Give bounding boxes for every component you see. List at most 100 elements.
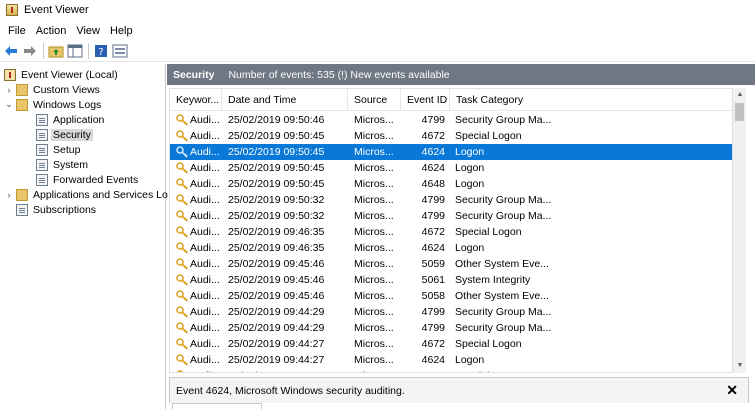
grid-header: Keywor... Date and Time Source Event ID … (170, 89, 732, 111)
cell-source: Micros... (354, 258, 394, 270)
cell-keyword: Audi... (190, 274, 220, 286)
tree-item-security[interactable]: Security (36, 127, 93, 142)
tree-item-custom-views[interactable]: › Custom Views (4, 82, 102, 97)
cell-event-id: 4799 (421, 210, 445, 222)
chevron-down-icon[interactable]: ⌄ (4, 99, 14, 110)
table-row[interactable]: Audi... 25/02/2019 09:50:32 Micros... 4799 S… (170, 208, 732, 224)
tree-item-system[interactable]: System (36, 157, 90, 172)
column-header-event-id[interactable]: Event ID (401, 89, 450, 111)
tree-item-subscriptions[interactable]: Subscriptions (16, 202, 98, 217)
log-icon (36, 173, 48, 186)
column-header-date-time[interactable]: Date and Time (222, 89, 348, 111)
cell-source: Micros... (354, 194, 394, 206)
tree-item-applications-and-services[interactable]: › Applications and Services Lo (4, 187, 170, 202)
back-arrow-icon[interactable] (2, 42, 20, 60)
tree-item-application[interactable]: Application (36, 112, 106, 127)
cell-event-id: 4672 (401, 368, 445, 372)
table-row[interactable]: Audi... 25/02/2019 09:45:46 Micros... 5061 S… (170, 272, 732, 288)
cell-task-category: Special Logon (455, 368, 732, 372)
table-row[interactable]: Audi... 25/02/2019 09:50:45 Micros... 4624 L… (170, 144, 732, 160)
scroll-thumb[interactable] (735, 103, 744, 121)
cell-source: Micros... (354, 322, 394, 334)
table-row[interactable]: Audi... 25/02/2019 09:45:46 Micros... 5059 O… (170, 256, 732, 272)
chevron-right-icon[interactable]: › (4, 85, 14, 95)
table-row[interactable]: Audi... 25/02/2019 09:50:45 Micros... 4648 L… (170, 176, 732, 192)
tree-item-label: Setup (53, 143, 81, 156)
help-icon[interactable]: ? (92, 42, 110, 60)
tree-item-windows-logs[interactable]: ⌄ Windows Logs (4, 97, 103, 112)
table-row[interactable]: Audi... 25/02/2019 09:46:35 Micros... 4624 L… (170, 240, 732, 256)
log-header-bar: Security Number of events: 535 (!) New e… (167, 64, 755, 85)
cell-event-id: 4624 (421, 354, 445, 366)
log-icon (36, 143, 48, 156)
cell-task-category: Security Group Ma... (455, 210, 552, 222)
up-folder-icon[interactable] (47, 42, 65, 60)
vertical-scrollbar[interactable]: ▲ ▼ (732, 88, 746, 373)
table-row[interactable]: Audi... 25/02/2019 09:50:45 Micros... 4672 S… (170, 128, 732, 144)
table-row[interactable]: Audi... 25/02/2019 09:50:32 Micros... 4799 S… (170, 192, 732, 208)
tree-item-forwarded-events[interactable]: Forwarded Events (36, 172, 140, 187)
cell-task-category: System Integrity (455, 274, 531, 286)
tree-item-setup[interactable]: Setup (36, 142, 82, 157)
cell-date-time: 25/02/2019 09:46:35 (228, 226, 325, 238)
audit-key-icon (176, 194, 188, 206)
table-row[interactable]: Audi... 25/02/2019 09:45:46 Micros... 5058 O… (170, 288, 732, 304)
table-row[interactable]: Audi... 25/02/2019 09:50:46 Micros... 4799 S… (170, 112, 732, 128)
table-row[interactable]: Audi... 25/02/2019 09:44:17 Micros...4672 S… (170, 368, 732, 372)
log-icon (36, 158, 48, 171)
cell-date-time: 25/02/2019 09:45:46 (228, 290, 325, 302)
cell-task-category: Logon (455, 242, 485, 254)
show-hide-tree-icon[interactable] (66, 42, 84, 60)
cell-keyword: Audi... (190, 354, 220, 366)
audit-key-icon (176, 306, 188, 318)
cell-date-time: 25/02/2019 09:45:46 (228, 274, 325, 286)
audit-key-icon (176, 146, 188, 158)
tree-item-label: Event Viewer (Local) (21, 68, 118, 81)
cell-keyword: Audi... (190, 130, 220, 142)
tree-item-event-viewer-local[interactable]: Event Viewer (Local) (4, 67, 120, 82)
cell-keyword: Audi... (190, 114, 220, 126)
cell-task-category: Other System Eve... (455, 258, 549, 270)
event-viewer-icon (4, 68, 16, 81)
column-header-source[interactable]: Source (348, 89, 401, 111)
event-count-status: Number of events: 535 (!) New events ava… (228, 68, 450, 81)
audit-key-icon (176, 338, 188, 350)
cell-keyword: Audi... (190, 258, 220, 270)
audit-key-icon (176, 354, 188, 366)
cell-event-id: 4799 (421, 194, 445, 206)
scroll-down-arrow-icon[interactable]: ▼ (733, 359, 747, 373)
cell-keyword: Audi... (190, 306, 220, 318)
audit-key-icon (176, 210, 188, 222)
cell-event-id: 4624 (421, 162, 445, 174)
close-icon[interactable]: ✕ (726, 383, 738, 397)
column-header-task-category[interactable]: Task Category (450, 89, 732, 111)
table-row[interactable]: Audi... 25/02/2019 09:50:45 Micros... 4624 L… (170, 160, 732, 176)
cell-event-id: 5059 (421, 258, 445, 270)
menu-bar: File Action View Help (0, 22, 138, 40)
table-row[interactable]: Audi... 25/02/2019 09:44:29 Micros... 4799 S… (170, 320, 732, 336)
log-icon (36, 128, 48, 141)
cell-keyword: Audi... (190, 146, 220, 158)
table-row[interactable]: Audi... 25/02/2019 09:44:27 Micros... 4672 S… (170, 336, 732, 352)
svg-text:?: ? (98, 47, 103, 58)
detail-tab-general[interactable] (172, 403, 262, 409)
properties-icon[interactable] (111, 42, 129, 60)
table-row[interactable]: Audi... 25/02/2019 09:44:27 Micros... 4624 L… (170, 352, 732, 368)
window-title: Event Viewer (24, 4, 89, 16)
cell-task-category: Security Group Ma... (455, 194, 552, 206)
chevron-right-icon[interactable]: › (4, 190, 14, 200)
menu-help[interactable]: Help (105, 25, 138, 37)
cell-keyword: Audi... (190, 242, 220, 254)
scroll-up-arrow-icon[interactable]: ▲ (733, 88, 747, 102)
event-detail-title: Event 4624, Microsoft Windows security a… (176, 384, 405, 397)
menu-view[interactable]: View (71, 25, 105, 37)
toolbar-separator (43, 42, 44, 59)
menu-action[interactable]: Action (31, 25, 72, 37)
menu-file[interactable]: File (3, 25, 31, 37)
forward-arrow-icon[interactable] (21, 42, 39, 60)
table-row[interactable]: Audi... 25/02/2019 09:44:29 Micros... 4799 S… (170, 304, 732, 320)
column-header-keywords[interactable]: Keywor... (170, 89, 222, 111)
cell-date-time: 25/02/2019 09:44:29 (228, 322, 325, 334)
table-row[interactable]: Audi... 25/02/2019 09:46:35 Micros... 4672 S… (170, 224, 732, 240)
cell-task-category: Special Logon (455, 338, 522, 350)
